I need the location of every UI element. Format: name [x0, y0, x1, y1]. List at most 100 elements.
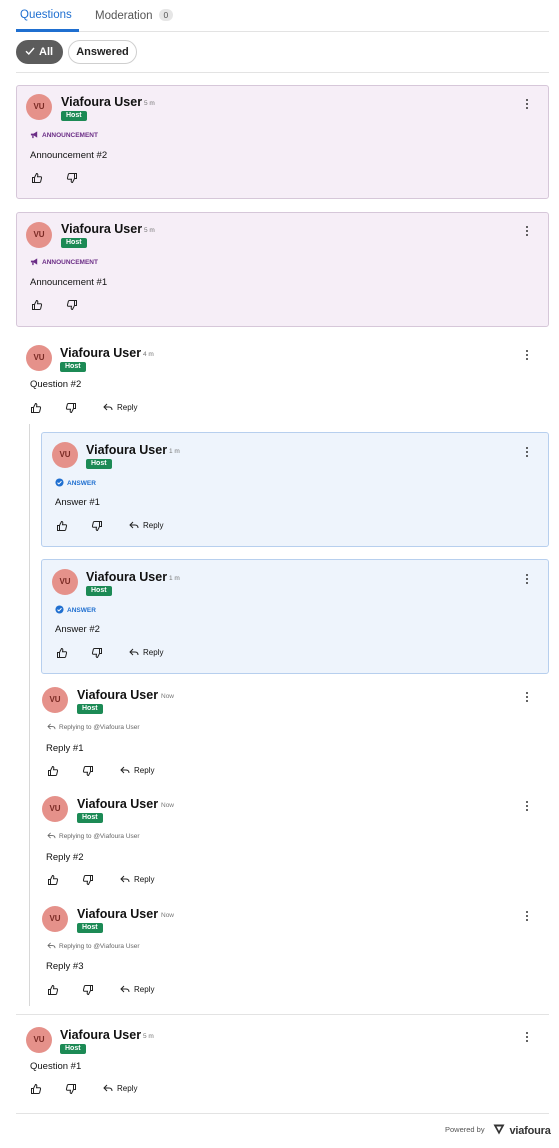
thumbs-up-icon[interactable]	[56, 647, 68, 659]
replying-to-label: Replying to @Viafoura User	[59, 943, 140, 950]
author-name[interactable]: Viafoura User	[86, 443, 167, 457]
replying-to-label: Replying to @Viafoura User	[59, 833, 140, 840]
answer-tag-label: ANSWER	[67, 480, 96, 487]
timestamp: 4 m	[143, 351, 154, 358]
thread-line	[29, 424, 30, 1006]
tab-moderation[interactable]: Moderation 0	[95, 9, 174, 22]
reply-arrow-icon	[120, 766, 130, 774]
timestamp: Now	[161, 912, 175, 919]
filter-all-label: All	[39, 46, 54, 58]
author-name[interactable]: Viafoura User	[60, 1028, 141, 1042]
reply-arrow-icon	[120, 875, 130, 883]
thumbs-down-icon[interactable]	[91, 520, 103, 532]
replying-to-label: Replying to @Viafoura User	[59, 724, 140, 731]
reply-button[interactable]: Reply	[120, 985, 154, 994]
thumbs-up-icon[interactable]	[56, 520, 68, 532]
viafoura-logo[interactable]: viafoura	[493, 1121, 551, 1137]
thumbs-down-icon[interactable]	[82, 765, 94, 777]
filter-answered-button[interactable]: Answered	[68, 40, 137, 64]
reply-label: Reply	[134, 875, 155, 884]
reply-label: Reply	[134, 985, 155, 994]
post-body: Announcement #2	[30, 150, 108, 161]
more-options-icon[interactable]	[522, 225, 532, 237]
divider	[16, 1113, 549, 1114]
thumbs-up-icon[interactable]	[31, 299, 43, 311]
megaphone-icon	[30, 131, 38, 139]
reply-label: Reply	[134, 766, 155, 775]
post-body: Reply #2	[46, 852, 84, 863]
replying-to[interactable]: Replying to @Viafoura User	[47, 723, 140, 731]
more-options-icon[interactable]	[522, 349, 532, 361]
thumbs-down-icon[interactable]	[65, 1083, 77, 1095]
reply-arrow-icon	[129, 521, 139, 529]
avatar: VU	[52, 442, 78, 468]
thumbs-down-icon[interactable]	[82, 874, 94, 886]
host-badge: Host	[60, 362, 86, 372]
host-badge: Host	[77, 704, 103, 714]
announcement-tag-label: ANNOUNCEMENT	[42, 132, 98, 139]
more-options-icon[interactable]	[522, 573, 532, 585]
megaphone-icon	[30, 258, 38, 266]
author-name[interactable]: Viafoura User	[77, 688, 158, 702]
thumbs-up-icon[interactable]	[47, 874, 59, 886]
author-name[interactable]: Viafoura User	[60, 346, 141, 360]
thumbs-up-icon[interactable]	[30, 1083, 42, 1095]
timestamp: Now	[161, 693, 175, 700]
timestamp: Now	[161, 802, 175, 809]
brand-name: viafoura	[509, 1125, 551, 1137]
reply-button[interactable]: Reply	[103, 1084, 137, 1093]
host-badge: Host	[77, 923, 103, 933]
author-name[interactable]: Viafoura User	[77, 907, 158, 921]
replying-to[interactable]: Replying to @Viafoura User	[47, 832, 140, 840]
thumbs-up-icon[interactable]	[31, 172, 43, 184]
host-badge: Host	[86, 459, 112, 469]
thumbs-down-icon[interactable]	[65, 402, 77, 414]
reply-arrow-icon	[129, 648, 139, 656]
tab-moderation-label: Moderation	[95, 10, 153, 22]
host-badge: Host	[86, 586, 112, 596]
thumbs-down-icon[interactable]	[66, 172, 78, 184]
thumbs-down-icon[interactable]	[91, 647, 103, 659]
announcement-tag-label: ANNOUNCEMENT	[42, 259, 98, 266]
more-options-icon[interactable]	[522, 1031, 532, 1043]
thumbs-up-icon[interactable]	[47, 984, 59, 996]
avatar: VU	[26, 345, 52, 371]
author-name[interactable]: Viafoura User	[61, 95, 142, 109]
host-badge: Host	[77, 813, 103, 823]
author-name[interactable]: Viafoura User	[77, 797, 158, 811]
reply-button[interactable]: Reply	[120, 766, 154, 775]
divider	[16, 1014, 549, 1015]
tab-questions[interactable]: Questions	[20, 9, 72, 21]
filter-all-button[interactable]: All	[16, 40, 63, 64]
author-name[interactable]: Viafoura User	[61, 222, 142, 236]
reply-arrow-icon	[103, 403, 113, 411]
thumbs-up-icon[interactable]	[30, 402, 42, 414]
more-options-icon[interactable]	[522, 98, 532, 110]
timestamp: 5 m	[144, 100, 155, 107]
replying-to[interactable]: Replying to @Viafoura User	[47, 942, 140, 950]
avatar: VU	[42, 687, 68, 713]
more-options-icon[interactable]	[522, 691, 532, 703]
thumbs-up-icon[interactable]	[47, 765, 59, 777]
reply-button[interactable]: Reply	[129, 521, 163, 530]
answer-tag: ANSWER	[55, 605, 96, 614]
avatar: VU	[42, 796, 68, 822]
reply-label: Reply	[117, 1084, 138, 1093]
reply-button[interactable]: Reply	[129, 648, 163, 657]
more-options-icon[interactable]	[522, 446, 532, 458]
author-name[interactable]: Viafoura User	[86, 570, 167, 584]
thumbs-down-icon[interactable]	[82, 984, 94, 996]
timestamp: 1 m	[169, 575, 180, 582]
tab-bar: Questions Moderation 0	[16, 0, 549, 32]
thumbs-down-icon[interactable]	[66, 299, 78, 311]
post-body: Answer #1	[55, 497, 100, 508]
more-options-icon[interactable]	[522, 800, 532, 812]
reply-arrow-icon	[47, 723, 56, 730]
reply-button[interactable]: Reply	[103, 403, 137, 412]
reply-arrow-icon	[120, 985, 130, 993]
reply-arrow-icon	[47, 942, 56, 949]
reply-button[interactable]: Reply	[120, 875, 154, 884]
check-icon	[25, 47, 35, 56]
more-options-icon[interactable]	[522, 910, 532, 922]
announcement-tag: ANNOUNCEMENT	[30, 257, 98, 266]
